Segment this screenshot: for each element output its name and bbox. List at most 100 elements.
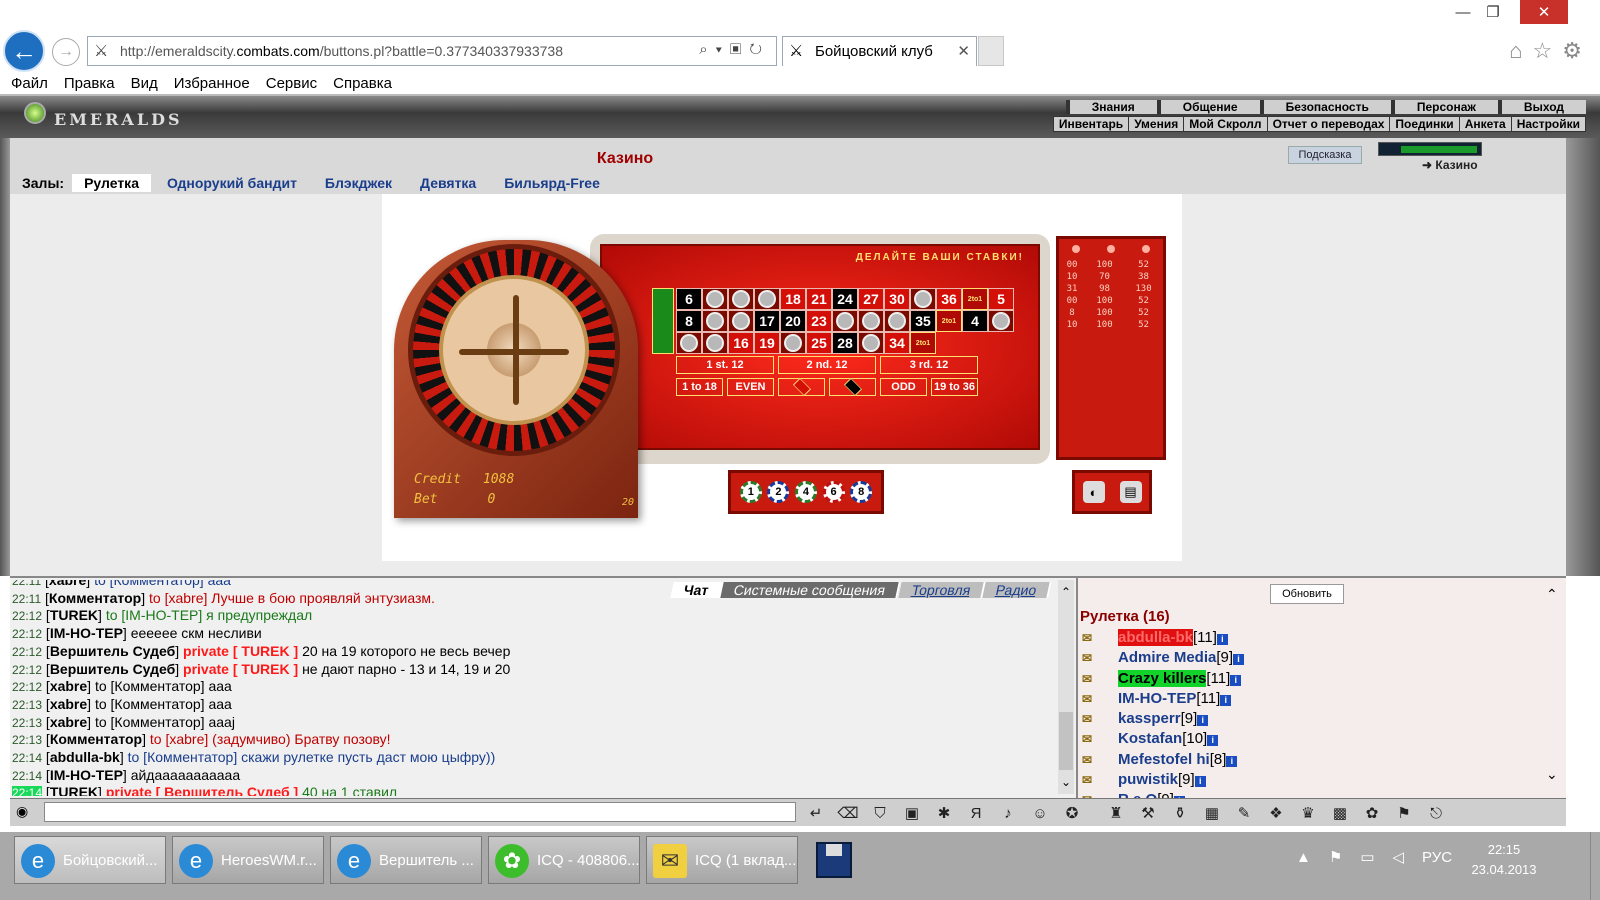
taskbar-item[interactable]: ✉ ICQ (1 вклад...	[646, 836, 798, 884]
menu-view[interactable]: Вид	[131, 75, 158, 92]
user-row[interactable]: ✉ kassperr[9] i	[1082, 709, 1244, 729]
private-message-icon[interactable]: ✉	[1082, 629, 1102, 648]
language-indicator[interactable]: РУС	[1422, 849, 1452, 866]
odd-bet[interactable]: ODD	[880, 378, 927, 396]
user-name[interactable]: kassperr	[1118, 710, 1181, 727]
nav-settings[interactable]: Настройки	[1512, 117, 1585, 131]
private-message-icon[interactable]: ✉	[1082, 730, 1102, 749]
red-bet[interactable]	[778, 378, 825, 396]
message-time[interactable]: 22:12	[12, 663, 42, 677]
tab-trade[interactable]: Торговля	[897, 582, 986, 598]
flag-icon[interactable]: ⚑	[1329, 848, 1342, 866]
tab-chat[interactable]: Чат	[670, 582, 725, 598]
forward-button[interactable]: →	[52, 38, 80, 66]
info-icon[interactable]: i	[1233, 654, 1245, 666]
info-icon[interactable]: i	[1207, 735, 1219, 747]
private-message-icon[interactable]: ✉	[1082, 710, 1102, 729]
number-cell[interactable]: 28	[832, 332, 858, 354]
tab-radio[interactable]: Радио	[982, 582, 1053, 598]
info-icon[interactable]: i	[1216, 634, 1228, 645]
minimize-button[interactable]: —	[1448, 0, 1478, 24]
flag-icon[interactable]: ⚑	[1388, 801, 1420, 825]
message-recipient[interactable]: to [Комментатор]	[128, 749, 238, 765]
placed-chip[interactable]	[858, 332, 884, 354]
close-window-button[interactable]: ✕	[1520, 0, 1568, 24]
message-time[interactable]: 22:12	[12, 680, 42, 694]
chip-6[interactable]: 6	[822, 481, 845, 503]
placed-chip[interactable]	[832, 310, 858, 332]
compat-view-icon[interactable]: ▣	[730, 41, 749, 58]
chip-8[interactable]: 8	[850, 481, 873, 503]
clock[interactable]: 22:15 23.04.2013	[1466, 840, 1542, 880]
info-icon[interactable]: i	[1230, 674, 1242, 686]
bottle-icon[interactable]: ⚱	[1164, 801, 1196, 825]
nav-fights[interactable]: Поединки	[1390, 117, 1460, 131]
message-time[interactable]: 22:14	[12, 751, 42, 765]
number-cell[interactable]: 36	[936, 288, 962, 310]
star-icon[interactable]: ☆	[1533, 38, 1563, 63]
clan-icon[interactable]: ✪	[1056, 801, 1088, 825]
message-nick[interactable]: Вершитель Судеб	[50, 643, 175, 659]
user-name[interactable]: abdulla-bk	[1118, 629, 1194, 646]
menu-help[interactable]: Справка	[333, 75, 392, 92]
chevron-down-icon[interactable]: ⌄	[1546, 766, 1558, 783]
message-recipient[interactable]: to [Комментатор]	[94, 580, 204, 588]
speaker-icon[interactable]: ◉	[16, 803, 38, 823]
user-name[interactable]: Kostafan	[1118, 730, 1182, 747]
users-scrollbar[interactable]: ⌃ ⌄	[1546, 586, 1566, 786]
send-icon[interactable]: ↵	[800, 801, 832, 825]
refresh-icon[interactable]: ↻	[749, 41, 770, 58]
message-recipient[interactable]: to [Комментатор]	[95, 678, 205, 694]
scroll-thumb[interactable]	[1059, 712, 1073, 770]
nav-exit[interactable]: Выход	[1497, 100, 1586, 114]
message-time[interactable]: 22:12	[12, 645, 42, 659]
private-message-icon[interactable]: ✉	[1082, 751, 1102, 770]
user-row[interactable]: ✉ Kostafan[10] i	[1082, 729, 1244, 749]
group-icon[interactable]: ❖	[1260, 801, 1292, 825]
save-icon[interactable]: ▣	[896, 801, 928, 825]
placed-chip[interactable]	[702, 288, 728, 310]
sound-icon[interactable]: ◐	[1082, 481, 1105, 503]
chat-input[interactable]	[44, 802, 796, 822]
smiley-icon[interactable]: ☺	[1024, 801, 1056, 825]
message-time[interactable]: 22:13	[12, 698, 42, 712]
pickaxe-icon[interactable]: ⚒	[1132, 801, 1164, 825]
menu-edit[interactable]: Правка	[64, 75, 115, 92]
hall-roulette[interactable]: Рулетка	[72, 174, 151, 192]
floppy-icon[interactable]	[816, 842, 852, 878]
placed-chip[interactable]	[858, 310, 884, 332]
message-nick[interactable]: xabre	[50, 678, 87, 694]
menu-favorites[interactable]: Избранное	[174, 75, 250, 92]
number-cell[interactable]: 20	[780, 310, 806, 332]
translit-icon[interactable]: Я	[960, 801, 992, 825]
number-cell[interactable]: 25	[806, 332, 832, 354]
volume-icon[interactable]: ◁	[1393, 848, 1405, 866]
nav-my-scroll[interactable]: Мой Скролл	[1184, 117, 1268, 131]
chevron-up-icon[interactable]: ▲	[1296, 849, 1311, 866]
chest-icon[interactable]: ▦	[1196, 801, 1228, 825]
user-name[interactable]: Admire Media	[1118, 649, 1216, 666]
number-cell[interactable]: 17	[754, 310, 780, 332]
placed-chip[interactable]	[676, 332, 702, 354]
private-message-icon[interactable]: ✉	[1082, 649, 1102, 668]
number-cell[interactable]: 27	[858, 288, 884, 310]
user-row[interactable]: ✉ IM-HO-TEP[11] i	[1082, 689, 1244, 709]
placed-chip[interactable]	[910, 288, 936, 310]
user-name[interactable]: Crazy killers	[1118, 669, 1207, 687]
message-nick[interactable]: xabre	[49, 580, 86, 588]
hall-slot-machine[interactable]: Однорукий бандит	[155, 174, 309, 192]
private-message-icon[interactable]: ✉	[1082, 690, 1102, 709]
filter-icon[interactable]: ⛉	[864, 801, 896, 825]
lock-icon[interactable]: ♜	[1100, 801, 1132, 825]
user-row[interactable]: ✉ puwistik[9] i	[1082, 770, 1244, 790]
message-time[interactable]: 22:11	[12, 580, 41, 588]
flower-icon[interactable]: ✿	[1356, 801, 1388, 825]
info-icon[interactable]: i	[1226, 755, 1238, 767]
nav-transfers[interactable]: Отчет о переводах	[1268, 117, 1391, 131]
placed-chip[interactable]	[702, 332, 728, 354]
message-nick[interactable]: Комментатор	[50, 731, 142, 747]
chevron-up-icon[interactable]: ⌃	[1058, 584, 1074, 600]
home-icon[interactable]: ⌂	[1509, 38, 1532, 63]
taskbar-item[interactable]: e Вершитель ...	[330, 836, 482, 884]
armor-icon[interactable]: ♛	[1292, 801, 1324, 825]
